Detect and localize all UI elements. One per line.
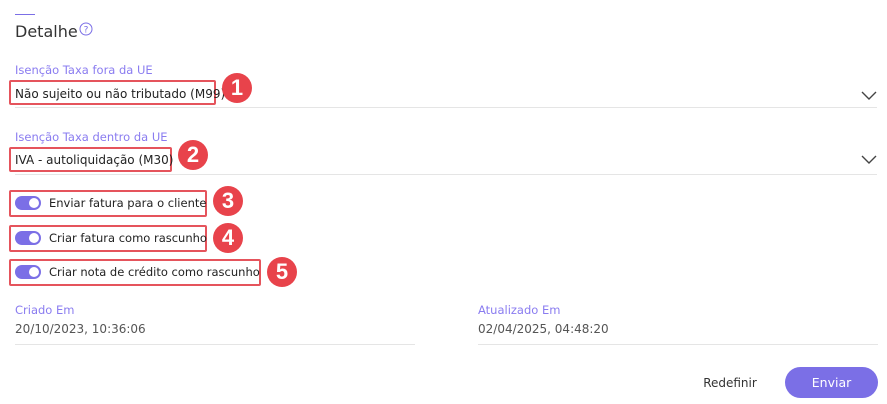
draft-credit-note-toggle[interactable] bbox=[15, 265, 41, 279]
draft-credit-note-label: Criar nota de crédito como rascunho bbox=[49, 265, 260, 279]
outside-eu-label: Isenção Taxa fora da UE bbox=[15, 63, 153, 77]
inside-eu-select[interactable]: IVA - autoliquidação (M30) bbox=[15, 153, 173, 167]
chevron-down-icon[interactable] bbox=[861, 91, 877, 101]
annotation-badge-1: 1 bbox=[222, 73, 252, 103]
section-title: Detalhe bbox=[15, 22, 78, 41]
chevron-down-icon[interactable] bbox=[861, 155, 877, 165]
outside-eu-underline bbox=[15, 107, 877, 108]
draft-invoice-label: Criar fatura como rascunho bbox=[49, 231, 207, 245]
updated-label: Atualizado Em bbox=[478, 303, 561, 317]
send-button[interactable]: Enviar bbox=[785, 367, 878, 398]
draft-invoice-toggle[interactable] bbox=[15, 231, 41, 245]
question-circle-icon[interactable]: ? bbox=[79, 22, 93, 36]
annotation-badge-5: 5 bbox=[267, 257, 297, 287]
updated-value: 02/04/2025, 04:48:20 bbox=[478, 322, 609, 336]
created-value: 20/10/2023, 10:36:06 bbox=[15, 322, 146, 336]
section-accent-line bbox=[15, 14, 35, 15]
annotation-badge-2: 2 bbox=[178, 140, 208, 170]
svg-text:?: ? bbox=[84, 26, 89, 36]
outside-eu-select[interactable]: Não sujeito ou não tributado (M99) bbox=[15, 87, 225, 101]
reset-button[interactable]: Redefinir bbox=[690, 370, 770, 396]
created-label: Criado Em bbox=[15, 303, 75, 317]
send-invoice-label: Enviar fatura para o cliente bbox=[49, 196, 207, 210]
inside-eu-label: Isenção Taxa dentro da UE bbox=[15, 130, 168, 144]
annotation-badge-4: 4 bbox=[213, 223, 243, 253]
annotation-badge-3: 3 bbox=[213, 186, 243, 216]
send-invoice-toggle[interactable] bbox=[15, 196, 41, 210]
updated-underline bbox=[478, 344, 878, 345]
created-underline bbox=[15, 344, 415, 345]
inside-eu-underline bbox=[15, 174, 877, 175]
